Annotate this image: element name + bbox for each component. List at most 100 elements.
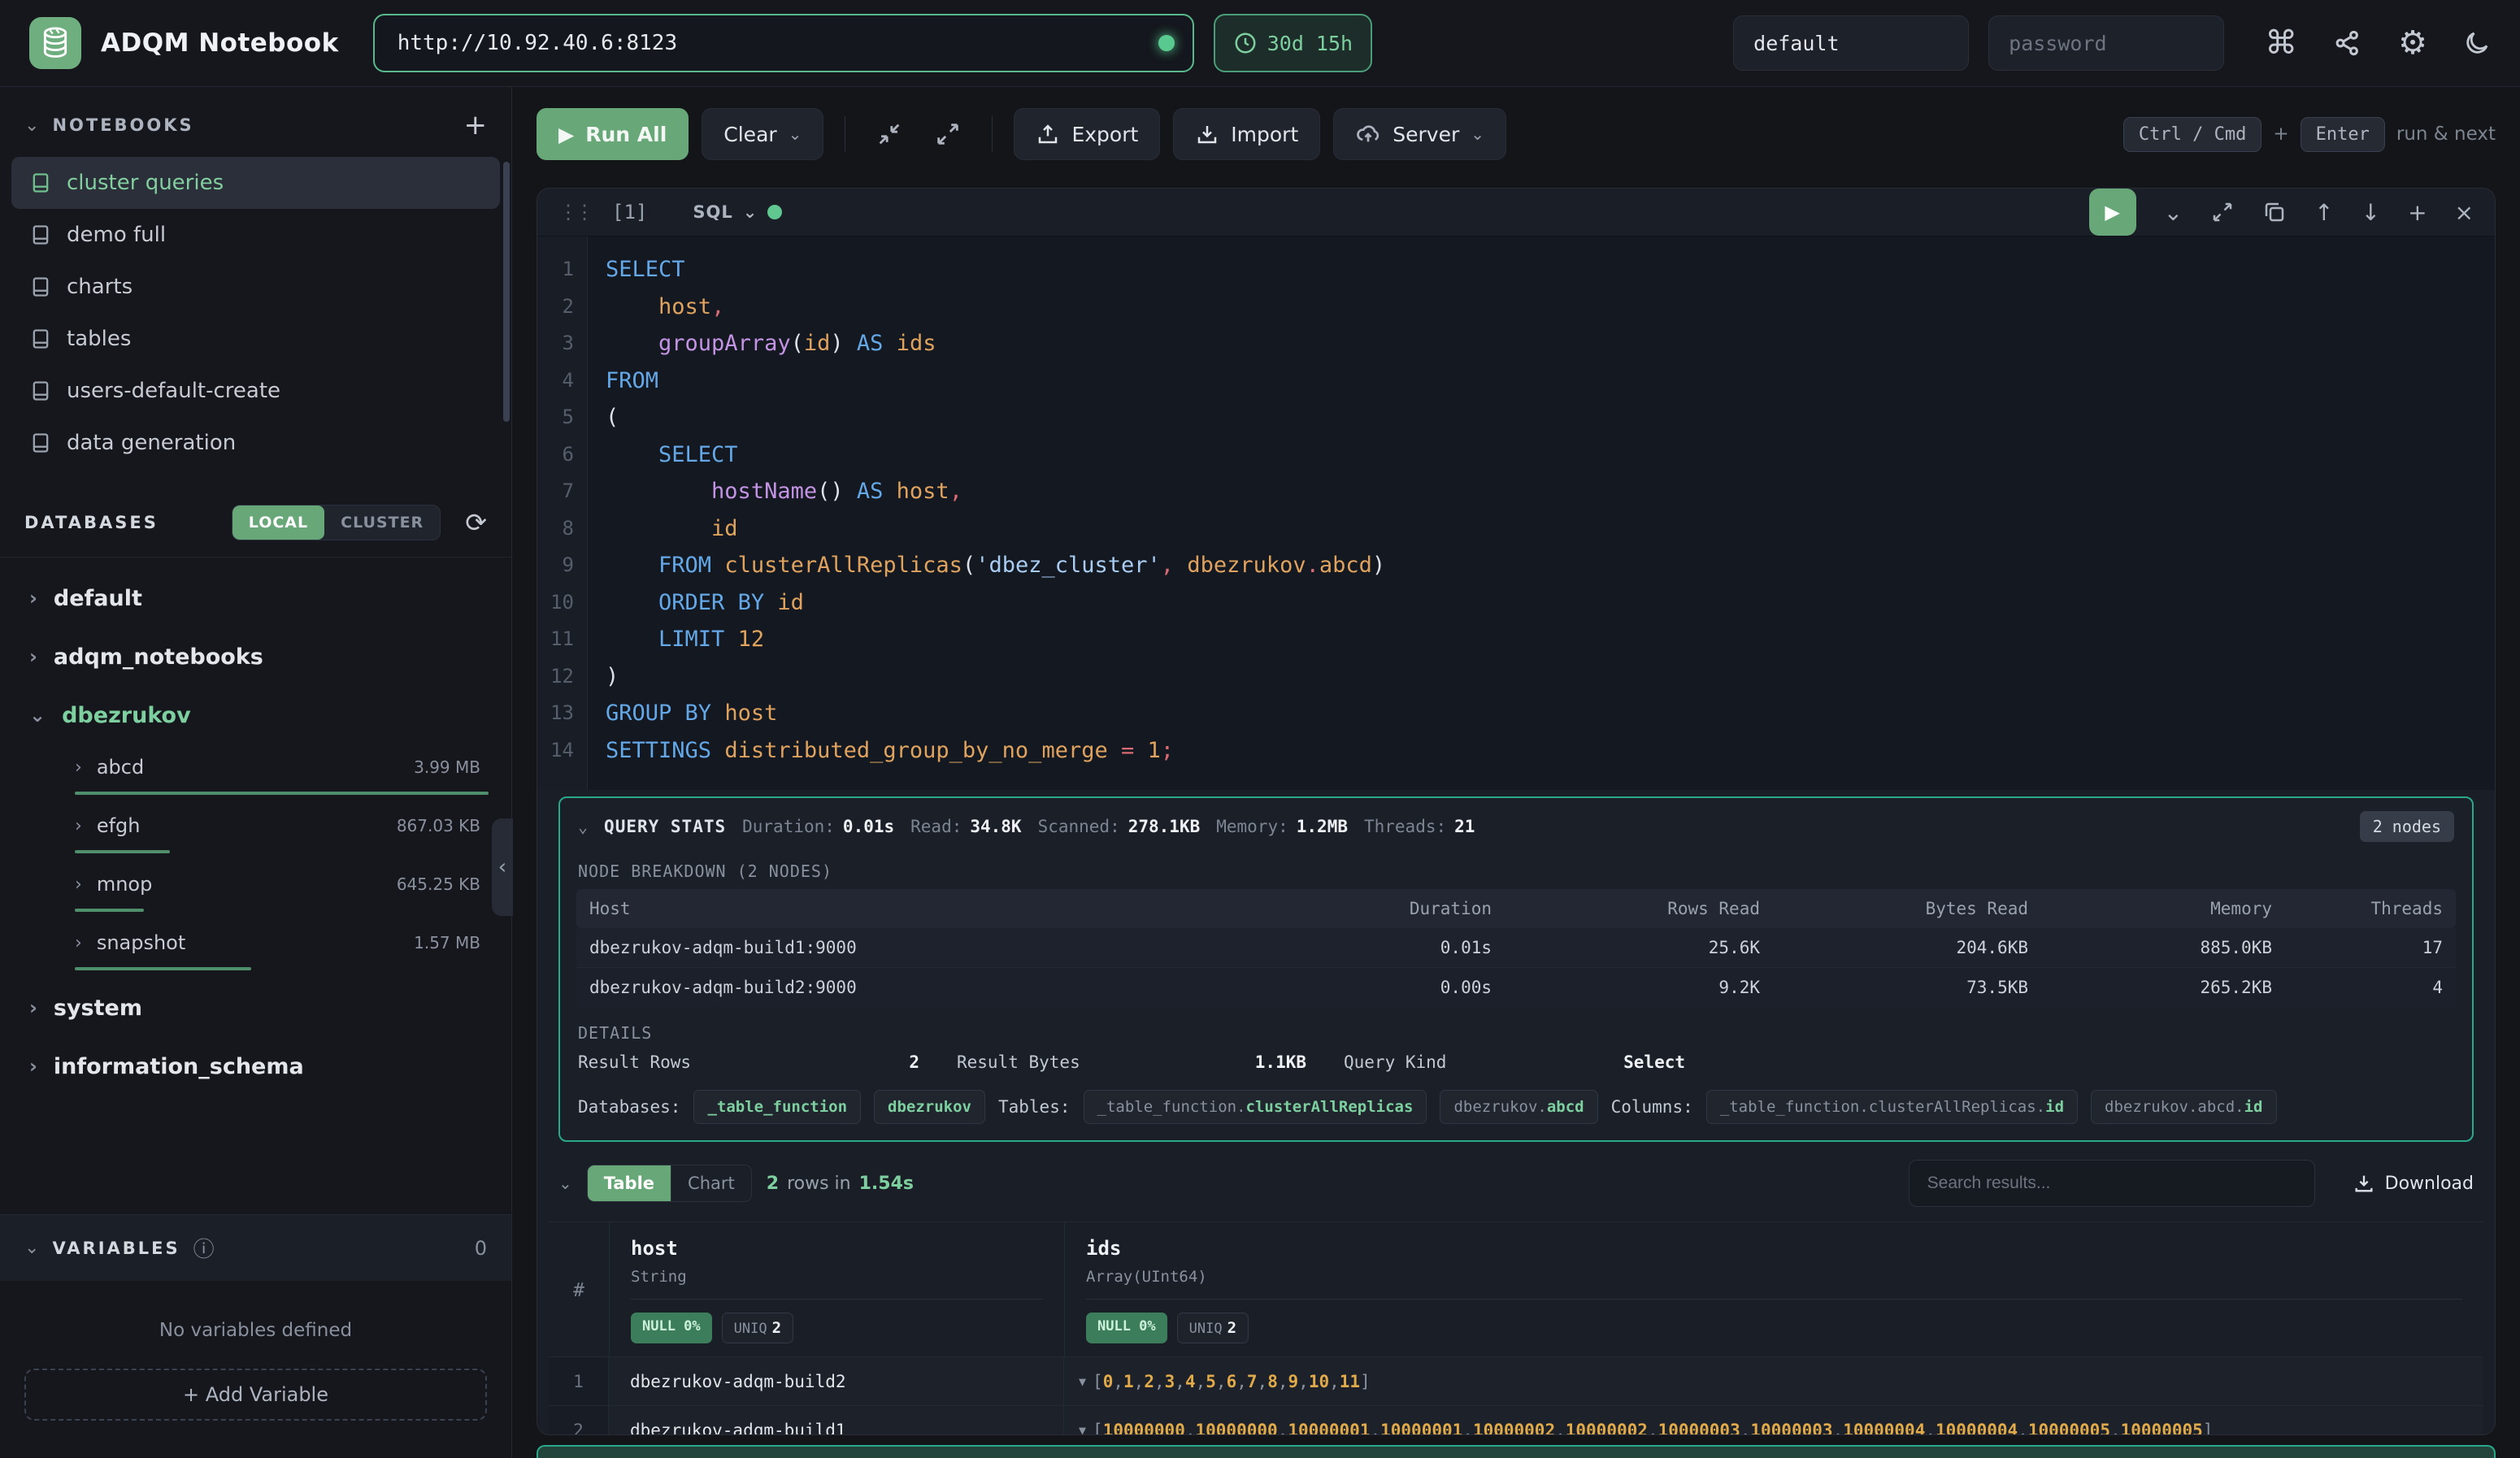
- query-stat: Memory:1.2MB: [1216, 817, 1348, 836]
- details-tags: Databases:_table_functiondbezrukovTables…: [560, 1085, 2472, 1124]
- uniq-count-chip: UNIQ2: [1177, 1313, 1249, 1343]
- import-button[interactable]: Import: [1173, 108, 1320, 160]
- export-button[interactable]: Export: [1014, 108, 1160, 160]
- database-item-system[interactable]: ›system: [11, 979, 500, 1037]
- settings-gear-icon[interactable]: ⚙: [2398, 27, 2427, 59]
- variables-info-icon[interactable]: ⓘ: [193, 1233, 215, 1263]
- cell-language-select[interactable]: SQL ⌄: [693, 202, 782, 222]
- node-table-row[interactable]: dbezrukov-adqm-build2:90000.00s9.2K73.5K…: [576, 968, 2456, 1007]
- cell-expand-icon[interactable]: [2210, 200, 2235, 224]
- sidebar-item-charts[interactable]: charts: [11, 261, 500, 313]
- cell-move-up-icon[interactable]: ↑: [2314, 199, 2333, 226]
- clock-icon: [1233, 31, 1258, 55]
- add-variable-button[interactable]: + Add Variable: [24, 1369, 487, 1421]
- table-row[interactable]: 1dbezrukov-adqm-build2▼[0, 1, 2, 3, 4, 5…: [549, 1356, 2483, 1405]
- column-header-ids[interactable]: idsArray(UInt64)NULL 0%UNIQ2: [1064, 1222, 2483, 1356]
- detail-chip[interactable]: _table_function.clusterAllReplicas.id: [1706, 1090, 2078, 1124]
- sidebar-item-tables[interactable]: tables: [11, 313, 500, 365]
- import-label: Import: [1231, 123, 1298, 146]
- cell-duplicate-icon[interactable]: [2262, 200, 2287, 224]
- sidebar-item-data-generation[interactable]: data generation: [11, 417, 500, 469]
- username-input[interactable]: [1733, 15, 1969, 71]
- search-results-input[interactable]: [1909, 1160, 2315, 1207]
- toggle-cluster[interactable]: CLUSTER: [324, 506, 440, 540]
- database-item-label: system: [54, 996, 142, 1021]
- collapse-all-icon[interactable]: [867, 111, 912, 157]
- variables-collapse-chevron[interactable]: ⌄: [24, 1238, 39, 1258]
- table-row[interactable]: 2dbezrukov-adqm-build1▼[10000000, 100000…: [549, 1405, 2483, 1435]
- cell-chevron-down-icon[interactable]: ⌄: [2164, 199, 2183, 226]
- tab-chart[interactable]: Chart: [671, 1165, 751, 1201]
- detail-chip[interactable]: dbezrukov.abcd.id: [2091, 1090, 2276, 1124]
- detail-chip[interactable]: dbezrukov.abcd: [1440, 1090, 1597, 1124]
- clear-button[interactable]: Clear ⌄: [702, 108, 823, 160]
- database-item-dbezrukov[interactable]: ⌄dbezrukov: [11, 686, 500, 744]
- run-cell-button[interactable]: ▶: [2089, 189, 2136, 236]
- play-icon: ▶: [558, 123, 574, 146]
- cell-move-down-icon[interactable]: ↓: [2361, 199, 2380, 226]
- query-stat: Read:34.8K: [910, 817, 1021, 836]
- row-number: 1: [549, 1357, 609, 1405]
- table-item-mnop[interactable]: ›mnop645.25 KB: [11, 861, 500, 907]
- detail-chip[interactable]: _table_function: [693, 1090, 861, 1124]
- uptime-badge[interactable]: 30d 15h: [1214, 14, 1372, 72]
- table-item-snapshot[interactable]: ›snapshot1.57 MB: [11, 920, 500, 965]
- expand-all-icon[interactable]: [925, 111, 971, 157]
- table-item-label: mnop: [97, 873, 153, 896]
- sidebar-collapse-handle[interactable]: ‹: [492, 818, 513, 916]
- database-item-adqm-notebooks[interactable]: ›adqm_notebooks: [11, 627, 500, 686]
- code-editor[interactable]: 1234567891011121314 SELECT host, groupAr…: [537, 236, 2495, 790]
- sidebar-item-users-default-create[interactable]: users-default-create: [11, 365, 500, 417]
- sql-code[interactable]: SELECT host, groupArray(id) AS idsFROM( …: [588, 236, 2495, 790]
- notebooks-section-title: NOTEBOOKS: [52, 115, 193, 135]
- export-label: Export: [1071, 123, 1138, 146]
- expand-array-icon[interactable]: ▼: [1079, 1374, 1086, 1389]
- sidebar-scrollbar-thumb[interactable]: [503, 162, 510, 422]
- detail-chip[interactable]: dbezrukov: [874, 1090, 985, 1124]
- notebooks-collapse-chevron[interactable]: ⌄: [24, 115, 39, 136]
- server-url-input[interactable]: [398, 31, 1144, 55]
- results-collapse-chevron[interactable]: ⌄: [558, 1174, 572, 1193]
- cell-drag-handle[interactable]: ⋮⋮: [558, 201, 591, 223]
- row-count-info: 2 rows in 1.54s: [767, 1174, 914, 1194]
- kbd-enter: Enter: [2301, 117, 2385, 152]
- column-header-host[interactable]: hostStringNULL 0%UNIQ2: [609, 1222, 1064, 1356]
- detail-chip[interactable]: _table_function.clusterAllReplicas: [1084, 1090, 1427, 1124]
- refresh-databases-icon[interactable]: ⟳: [465, 507, 487, 538]
- database-item-default[interactable]: ›default: [11, 569, 500, 627]
- share-icon[interactable]: [2333, 28, 2362, 58]
- node-table-row[interactable]: dbezrukov-adqm-build1:90000.01s25.6K204.…: [576, 928, 2456, 968]
- next-cell-preview-strip[interactable]: [537, 1445, 2496, 1458]
- row-number: 2: [549, 1406, 609, 1435]
- run-all-button[interactable]: ▶ Run All: [537, 108, 689, 160]
- column-name: host: [631, 1237, 1043, 1260]
- sidebar-item-demo-full[interactable]: demo full: [11, 209, 500, 261]
- cell-add-icon[interactable]: +: [2408, 199, 2427, 226]
- add-notebook-button[interactable]: +: [464, 111, 488, 139]
- chevron-right-icon: ›: [29, 645, 37, 668]
- notebook-item-label: data generation: [67, 431, 236, 455]
- shortcuts-icon[interactable]: ⌘: [2265, 27, 2297, 59]
- theme-moon-icon[interactable]: [2463, 29, 2491, 57]
- toggle-local[interactable]: LOCAL: [232, 506, 324, 540]
- details-title: DETAILS: [560, 1012, 2472, 1049]
- query-stat: Threads:21: [1364, 817, 1475, 836]
- database-item-label: information_schema: [54, 1054, 304, 1079]
- column-type: String: [631, 1268, 1043, 1286]
- table-item-abcd[interactable]: ›abcd3.99 MB: [11, 744, 500, 790]
- download-button[interactable]: Download: [2353, 1172, 2474, 1195]
- password-input[interactable]: [1988, 15, 2224, 71]
- database-item-information-schema[interactable]: ›information_schema: [11, 1037, 500, 1096]
- ids-cell: ▼[10000000, 10000000, 10000001, 10000001…: [1064, 1406, 2483, 1435]
- table-item-efgh[interactable]: ›efgh867.03 KB: [11, 803, 500, 848]
- sidebar-item-cluster-queries[interactable]: cluster queries: [11, 157, 500, 209]
- server-button[interactable]: Server ⌄: [1333, 108, 1506, 160]
- stats-collapse-chevron[interactable]: ⌄: [578, 817, 588, 836]
- column-divider: [1086, 1299, 2462, 1300]
- cell-index: [1]: [612, 201, 647, 223]
- column-divider: [631, 1299, 1043, 1300]
- expand-array-icon[interactable]: ▼: [1079, 1423, 1086, 1436]
- cell-close-icon[interactable]: ×: [2455, 199, 2474, 226]
- server-url-box: [373, 14, 1194, 72]
- tab-table[interactable]: Table: [588, 1165, 671, 1201]
